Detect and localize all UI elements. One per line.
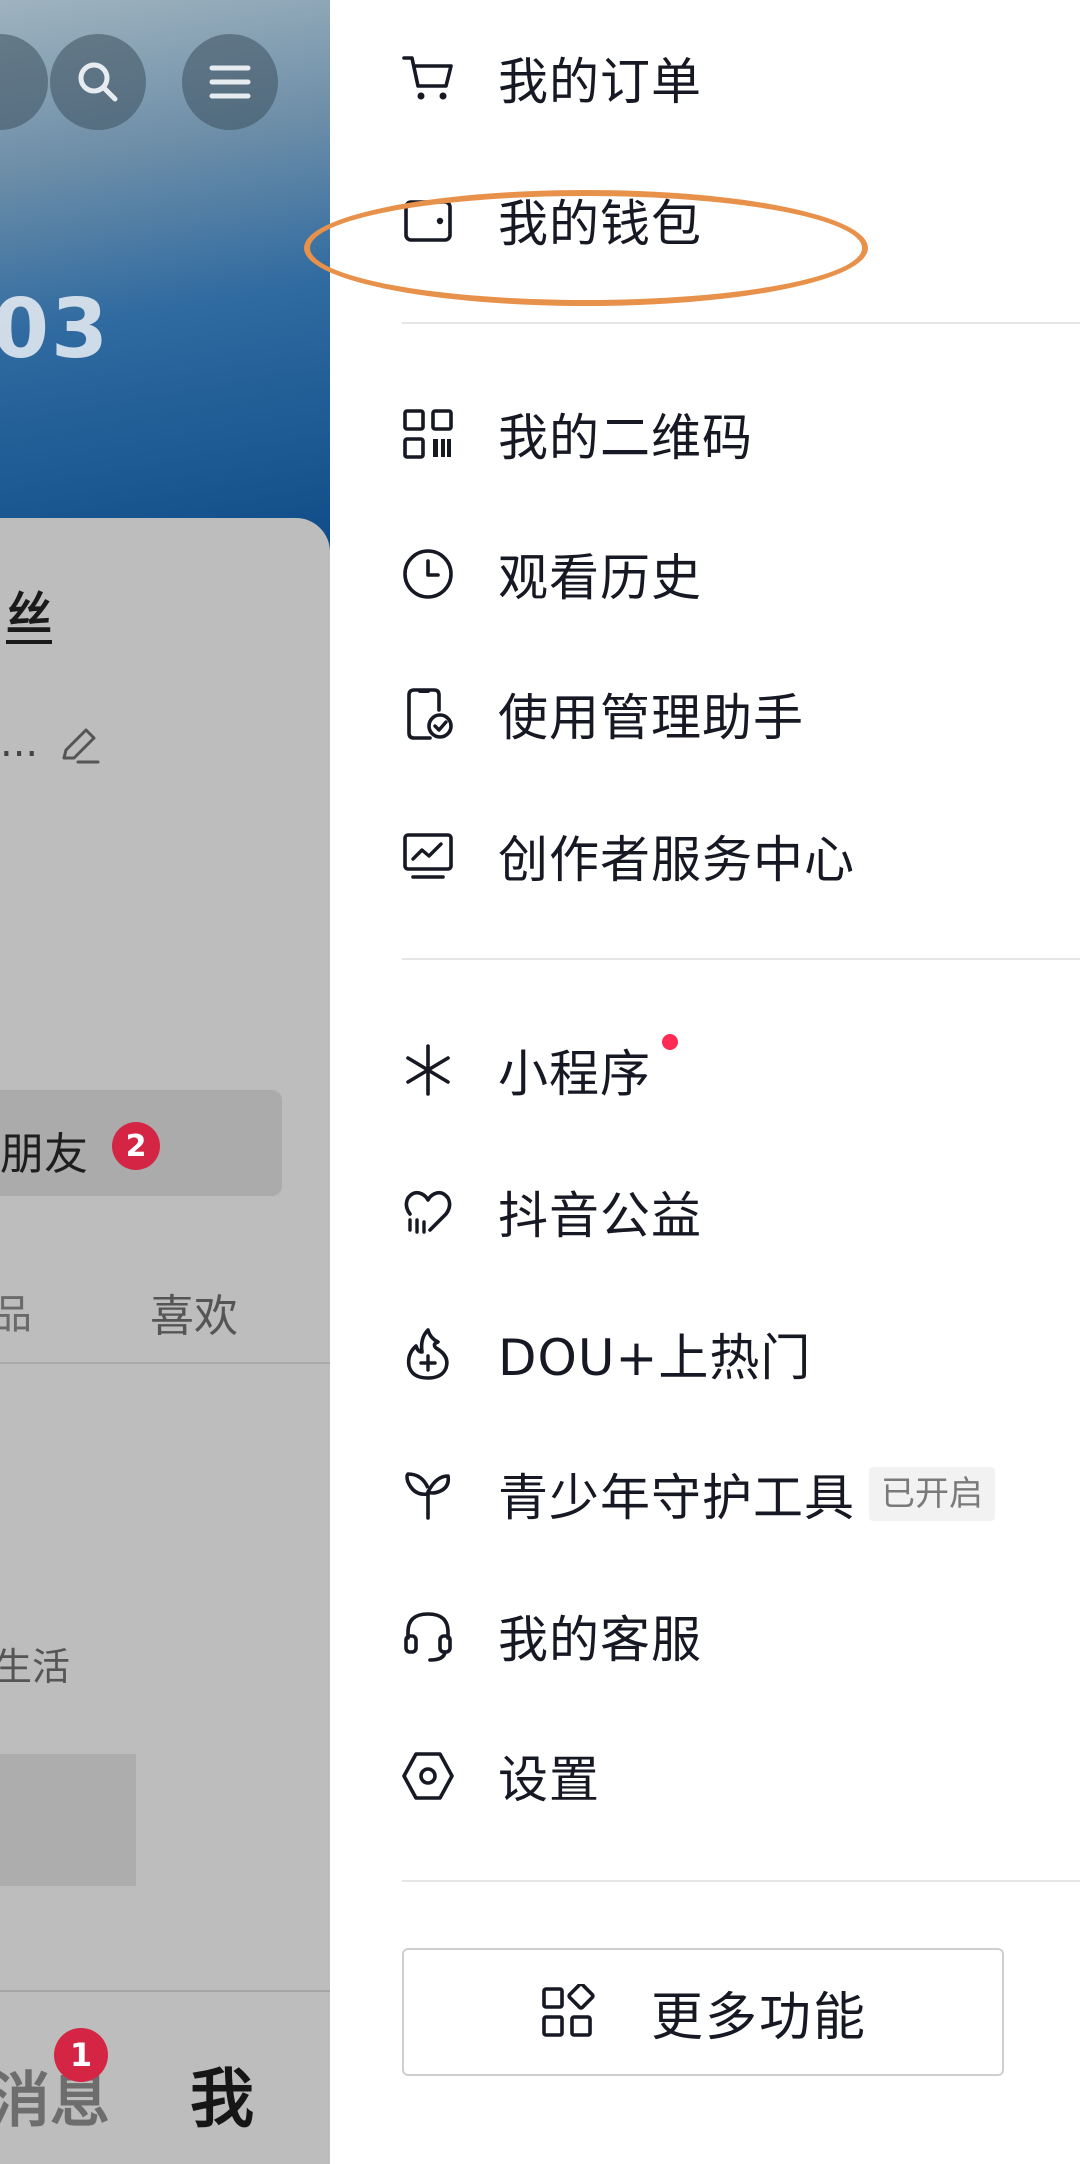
hamburger-icon: [209, 65, 251, 99]
menu-divider: [402, 1880, 1080, 1882]
menu-item-label: 我的客服: [498, 1611, 702, 1669]
menu-item-label: 抖音公益: [498, 1187, 702, 1245]
grid-apps-icon: [542, 1984, 595, 2037]
menu-item-wallet[interactable]: 我的钱包: [400, 170, 1060, 270]
headset-icon: [400, 1608, 456, 1664]
menu-divider: [402, 322, 1080, 324]
heart-hand-icon: [400, 1184, 456, 1240]
flame-plus-icon: [400, 1326, 456, 1382]
nav-me[interactable]: 我: [190, 2048, 254, 2140]
friend-count-badge: 2: [112, 1122, 160, 1170]
menu-divider: [402, 958, 1080, 960]
phone-check-icon: [400, 686, 456, 742]
menu-item-label: 我的订单: [498, 53, 702, 111]
more-features-label: 更多功能: [650, 1987, 867, 2048]
search-icon: [78, 62, 118, 102]
menu-item-settings[interactable]: 设置: [400, 1726, 1060, 1826]
menu-item-history[interactable]: 观看历史: [400, 524, 1060, 624]
menu-item-label: 青少年守护工具: [498, 1469, 855, 1527]
search-button[interactable]: [50, 34, 146, 130]
messages-badge: 1: [54, 2028, 108, 2082]
qrcode-icon: [400, 406, 456, 462]
menu-item-qrcode[interactable]: 我的二维码: [400, 384, 1060, 484]
menu-button[interactable]: [182, 34, 278, 130]
life-text: 生活: [0, 1645, 71, 1689]
menu-item-label: 创作者服务中心: [498, 831, 855, 889]
menu-item-usage-assistant[interactable]: 使用管理助手: [400, 664, 1060, 764]
add-friend-label: 朋友: [0, 1129, 88, 1180]
hexagon-settings-icon: [400, 1748, 456, 1804]
wallet-icon: [400, 192, 456, 248]
menu-item-mini-programs[interactable]: 小程序: [400, 1020, 1060, 1120]
new-indicator-dot: [662, 1034, 678, 1050]
sprout-icon: [400, 1466, 456, 1522]
menu-item-orders[interactable]: 我的订单: [400, 28, 1060, 128]
menu-item-label: 我的二维码: [498, 409, 753, 467]
monitor-chart-icon: [400, 828, 456, 884]
cart-icon: [400, 50, 456, 106]
tab-likes[interactable]: 喜欢: [150, 1280, 238, 1344]
menu-item-label: 观看历史: [498, 549, 702, 607]
menu-item-creator-center[interactable]: 创作者服务中心: [400, 806, 1060, 906]
sparkle-icon: [400, 1042, 456, 1098]
side-drawer: 我的订单 我的钱包 我的二维码 观看历史 使用管理助手 创作者服务中心 小程序 …: [330, 0, 1080, 2164]
menu-item-label: 小程序: [498, 1045, 651, 1103]
menu-item-label: DOU+上热门: [498, 1329, 812, 1387]
menu-item-label: 使用管理助手: [498, 689, 804, 747]
fans-link[interactable]: 丝: [6, 578, 52, 644]
profile-stat-number: 03: [0, 282, 111, 377]
menu-item-dou-plus[interactable]: DOU+上热门: [400, 1304, 1060, 1404]
pencil-icon[interactable]: [56, 722, 102, 768]
menu-item-label: 设置: [498, 1751, 600, 1809]
profile-header-banner: 03: [0, 0, 330, 560]
menu-item-label: 我的钱包: [498, 195, 702, 253]
clock-icon: [400, 546, 456, 602]
profile-background-overlay[interactable]: 03 丝 ... 朋友 2 品 喜欢 生活 消息 1 我: [0, 0, 330, 2164]
partial-circle-button: [0, 34, 48, 130]
menu-item-teen-guard[interactable]: 青少年守护工具 已开启: [400, 1444, 1060, 1544]
content-thumbnail[interactable]: [0, 1754, 136, 1886]
menu-item-customer-service[interactable]: 我的客服: [400, 1586, 1060, 1686]
enabled-status-tag: 已开启: [869, 1467, 995, 1521]
menu-item-charity[interactable]: 抖音公益: [400, 1162, 1060, 1262]
tab-works[interactable]: 品: [0, 1282, 32, 1340]
screen: 03 丝 ... 朋友 2 品 喜欢 生活 消息 1 我 我的订单 我的钱包 我…: [0, 0, 1080, 2164]
tab-divider: [0, 1362, 330, 1364]
bio-text: ...: [0, 720, 39, 766]
more-features-button[interactable]: 更多功能: [402, 1948, 1004, 2076]
bottom-nav-divider: [0, 1990, 330, 1992]
